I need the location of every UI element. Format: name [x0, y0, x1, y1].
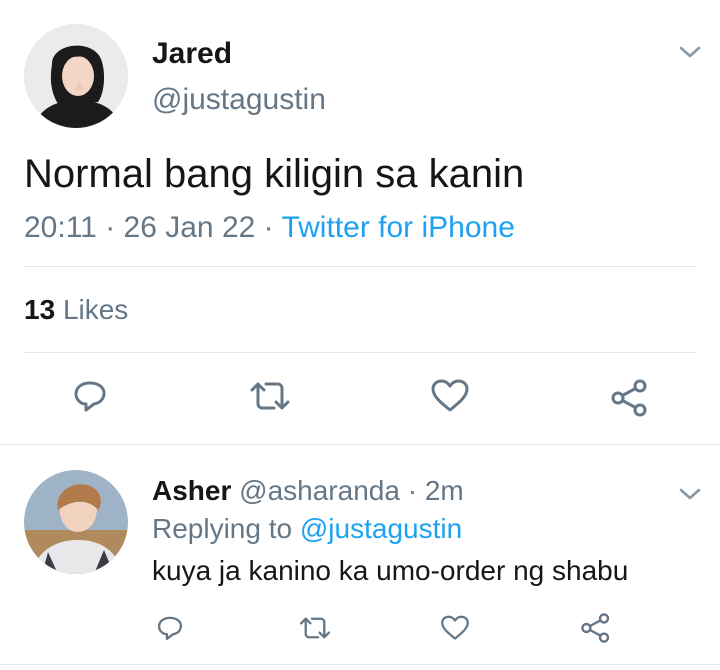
tweet-date: 26 Jan 22	[123, 211, 256, 244]
divider	[0, 664, 720, 665]
likes-label: Likes	[62, 294, 129, 325]
heart-icon	[431, 379, 469, 412]
reply-header: Asher @asharanda · 2m	[152, 474, 464, 508]
reply-author-name[interactable]: Asher	[152, 475, 231, 506]
reply-icon	[157, 616, 183, 641]
heart-icon	[441, 615, 469, 640]
retweet-button[interactable]	[298, 614, 332, 642]
author-handle[interactable]: @justagustin	[152, 82, 326, 118]
reply-button[interactable]	[72, 378, 108, 414]
chevron-down-icon	[679, 46, 701, 58]
reply-text: kuya ja kanino ka umo-order ng shabu	[152, 555, 629, 586]
share-icon	[611, 379, 647, 417]
retweet-icon	[250, 382, 290, 410]
replying-to-label: Replying to	[152, 513, 293, 544]
reply-button[interactable]	[156, 614, 184, 642]
tweet-source-link[interactable]: Twitter for iPhone	[281, 211, 514, 244]
meta-separator: ·	[407, 475, 418, 506]
like-button[interactable]	[440, 614, 470, 642]
reply-author-avatar[interactable]	[24, 470, 128, 574]
reply-timestamp: 2m	[424, 475, 464, 506]
reply-author-avatar-image	[24, 470, 128, 574]
author-avatar-image	[24, 24, 128, 128]
meta-separator: ·	[263, 211, 274, 244]
retweet-icon	[299, 617, 331, 639]
likes-stat[interactable]: 13 Likes	[24, 292, 128, 328]
replying-to-handle[interactable]: @justagustin	[300, 513, 462, 544]
divider	[24, 266, 696, 267]
share-button[interactable]	[610, 378, 650, 418]
likes-count: 13	[24, 294, 56, 325]
tweet-options-button[interactable]	[678, 44, 702, 60]
divider	[0, 444, 720, 445]
replying-to: Replying to @justagustin	[152, 512, 462, 546]
author-avatar[interactable]	[24, 24, 128, 128]
tweet-text: Normal bang kiligin sa kanin	[24, 152, 525, 196]
chevron-down-icon	[679, 488, 701, 500]
retweet-button[interactable]	[248, 378, 292, 414]
tweet-meta: 20:11 · 26 Jan 22 · Twitter for iPhone	[24, 210, 515, 246]
meta-separator: ·	[105, 211, 116, 244]
divider	[24, 352, 696, 353]
share-button[interactable]	[580, 612, 612, 644]
share-icon	[581, 613, 610, 643]
tweet-time: 20:11	[24, 211, 97, 244]
reply-options-button[interactable]	[678, 486, 702, 502]
author-name[interactable]: Jared	[152, 36, 232, 72]
like-button[interactable]	[430, 378, 470, 414]
reply-author-handle[interactable]: @asharanda	[239, 475, 400, 506]
reply-icon	[74, 381, 106, 412]
